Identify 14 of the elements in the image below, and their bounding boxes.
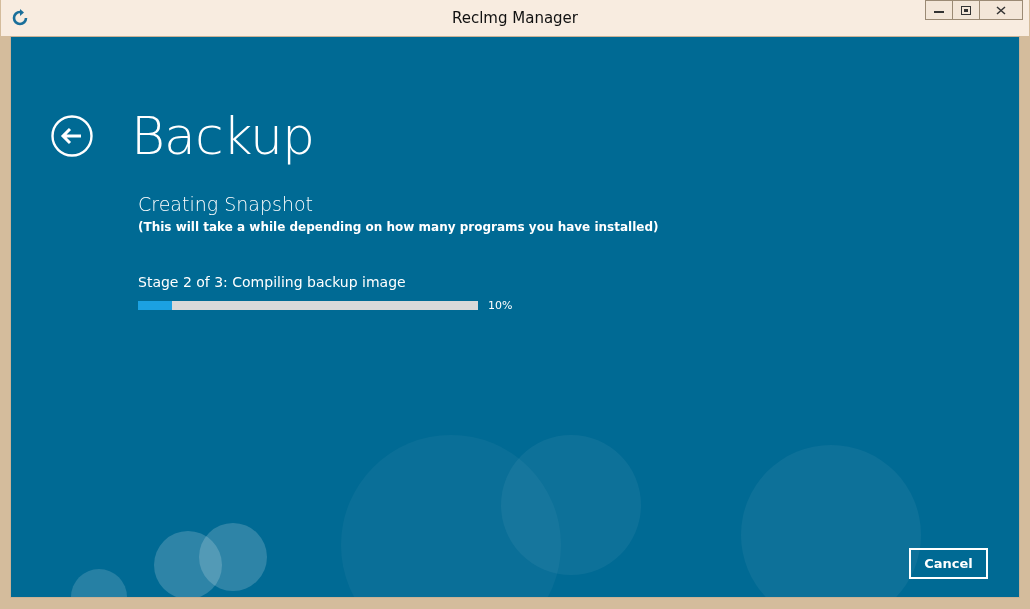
page-title: Backup [131, 105, 314, 168]
back-button[interactable] [51, 115, 93, 157]
maximize-icon [961, 5, 971, 15]
cancel-button[interactable]: Cancel [909, 548, 988, 579]
status-note: (This will take a while depending on how many programs you have installed) [138, 220, 660, 234]
minimize-button[interactable] [925, 0, 953, 20]
close-button[interactable] [979, 0, 1023, 20]
maximize-button[interactable] [952, 0, 980, 20]
close-icon [996, 5, 1006, 15]
progress-percent: 10% [488, 299, 513, 312]
status-heading: Creating Snapshot [138, 193, 315, 215]
window-title: Reclmg Manager [451, 9, 578, 27]
stage-label: Stage 2 of 3: Compiling backup image [138, 274, 407, 290]
refresh-icon [11, 9, 29, 27]
